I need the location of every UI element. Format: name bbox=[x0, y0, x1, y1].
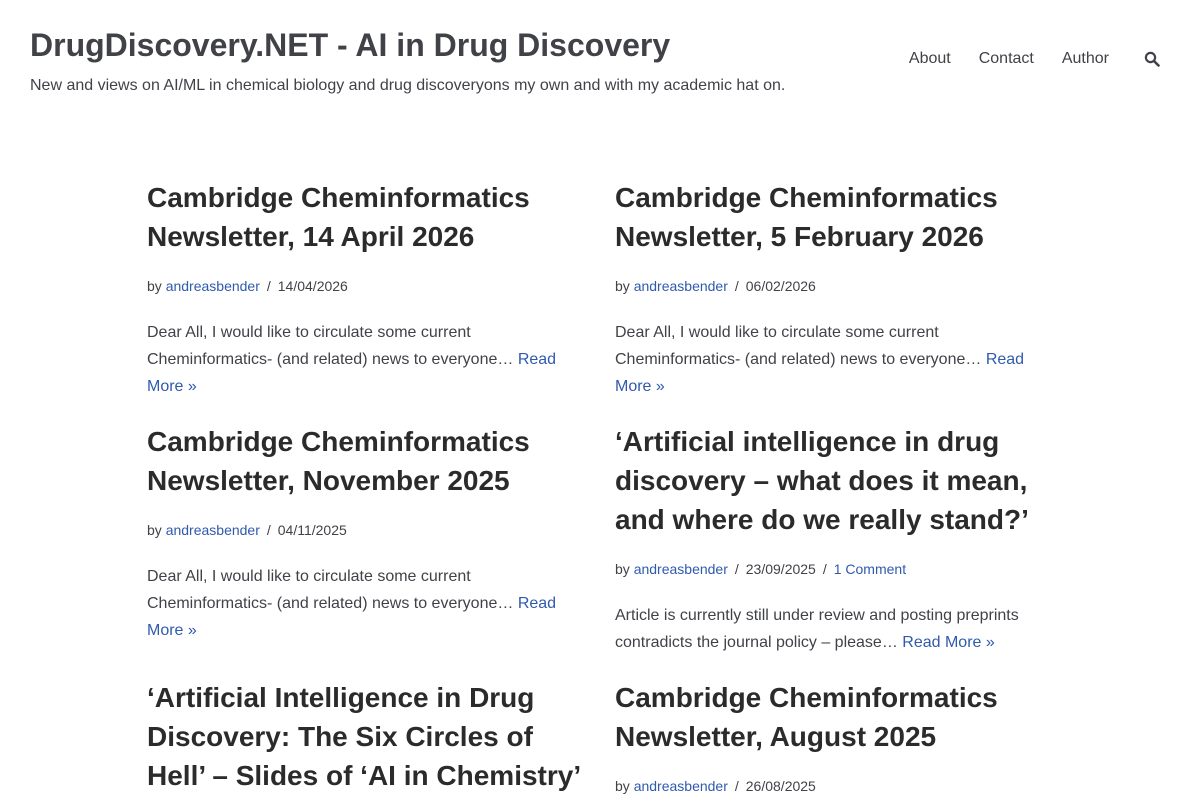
post-excerpt: Dear All, I would like to circulate some… bbox=[147, 319, 587, 400]
site-title[interactable]: DrugDiscovery.NET - AI in Drug Discovery bbox=[30, 26, 670, 64]
post-by-label: by bbox=[615, 561, 630, 577]
post-title[interactable]: Cambridge Cheminformatics Newsletter, 14… bbox=[147, 178, 587, 256]
post-comments-link[interactable]: 1 Comment bbox=[834, 561, 906, 577]
post-by-label: by bbox=[615, 278, 630, 294]
post-title-link[interactable]: ‘Artificial intelligence in drug discove… bbox=[615, 426, 1029, 535]
post-title-link[interactable]: Cambridge Cheminformatics Newsletter, No… bbox=[147, 426, 530, 496]
post-author-link[interactable]: andreasbender bbox=[634, 561, 728, 577]
post-date: 04/11/2025 bbox=[277, 522, 347, 538]
excerpt-ellipsis: … bbox=[881, 634, 898, 651]
meta-separator: / bbox=[266, 278, 271, 294]
post-card: Cambridge Cheminformatics Newsletter, 5 … bbox=[615, 178, 1055, 400]
post-excerpt-text: Dear All, I would like to circulate some… bbox=[147, 324, 498, 368]
post-card: ‘Artificial Intelligence in Drug Discove… bbox=[147, 678, 587, 795]
nav-about[interactable]: About bbox=[909, 50, 951, 68]
post-date: 23/09/2025 bbox=[745, 561, 816, 577]
post-excerpt: Article is currently still under review … bbox=[615, 602, 1055, 656]
post-date: 14/04/2026 bbox=[277, 278, 348, 294]
post-title-link[interactable]: ‘Artificial Intelligence in Drug Discove… bbox=[147, 682, 581, 791]
post-title-link[interactable]: Cambridge Cheminformatics Newsletter, Au… bbox=[615, 682, 998, 752]
post-by-label: by bbox=[615, 778, 630, 794]
post-author-link[interactable]: andreasbender bbox=[166, 522, 260, 538]
post-title-link[interactable]: Cambridge Cheminformatics Newsletter, 5 … bbox=[615, 182, 998, 252]
post-excerpt-text: Dear All, I would like to circulate some… bbox=[615, 324, 966, 368]
meta-separator: / bbox=[266, 522, 271, 538]
post-date: 26/08/2025 bbox=[745, 778, 816, 794]
post-excerpt: Dear All, I would like to circulate some… bbox=[615, 319, 1055, 400]
meta-separator: / bbox=[734, 778, 739, 794]
read-more-link[interactable]: Read More » bbox=[902, 634, 995, 651]
post-card: Cambridge Cheminformatics Newsletter, 14… bbox=[147, 178, 587, 400]
post-meta: by andreasbender / 26/08/2025 bbox=[615, 777, 1055, 795]
nav-contact[interactable]: Contact bbox=[979, 50, 1034, 68]
post-excerpt-text: Dear All, I would like to circulate some… bbox=[147, 568, 498, 612]
post-card: ‘Artificial intelligence in drug discove… bbox=[615, 422, 1055, 656]
post-by-label: by bbox=[147, 278, 162, 294]
site-title-link[interactable]: DrugDiscovery.NET - AI in Drug Discovery bbox=[30, 27, 670, 63]
post-title-link[interactable]: Cambridge Cheminformatics Newsletter, 14… bbox=[147, 182, 530, 252]
post-meta: by andreasbender / 23/09/2025 / 1 Comment bbox=[615, 560, 1055, 578]
post-author-link[interactable]: andreasbender bbox=[634, 778, 728, 794]
post-date: 06/02/2026 bbox=[745, 278, 816, 294]
excerpt-ellipsis: … bbox=[497, 351, 514, 368]
meta-separator: / bbox=[822, 561, 827, 577]
post-excerpt: Dear All, I would like to circulate some… bbox=[147, 563, 587, 644]
post-title[interactable]: Cambridge Cheminformatics Newsletter, Au… bbox=[615, 678, 1055, 756]
post-meta: by andreasbender / 06/02/2026 bbox=[615, 277, 1055, 295]
post-title[interactable]: Cambridge Cheminformatics Newsletter, 5 … bbox=[615, 178, 1055, 256]
meta-separator: / bbox=[734, 278, 739, 294]
post-by-label: by bbox=[147, 522, 162, 538]
excerpt-ellipsis: … bbox=[497, 595, 514, 612]
main-nav: About Contact Author bbox=[909, 48, 1160, 70]
search-icon[interactable] bbox=[1144, 51, 1160, 67]
post-meta: by andreasbender / 04/11/2025 bbox=[147, 521, 587, 539]
meta-separator: / bbox=[734, 561, 739, 577]
excerpt-ellipsis: … bbox=[965, 351, 982, 368]
site-tagline: New and views on AI/ML in chemical biolo… bbox=[30, 77, 786, 94]
post-author-link[interactable]: andreasbender bbox=[166, 278, 260, 294]
post-title[interactable]: ‘Artificial Intelligence in Drug Discove… bbox=[147, 678, 587, 795]
nav-author[interactable]: Author bbox=[1062, 50, 1109, 68]
post-card: Cambridge Cheminformatics Newsletter, No… bbox=[147, 422, 587, 644]
post-title[interactable]: Cambridge Cheminformatics Newsletter, No… bbox=[147, 422, 587, 500]
post-title[interactable]: ‘Artificial intelligence in drug discove… bbox=[615, 422, 1055, 539]
post-author-link[interactable]: andreasbender bbox=[634, 278, 728, 294]
post-card: Cambridge Cheminformatics Newsletter, Au… bbox=[615, 678, 1055, 795]
post-meta: by andreasbender / 14/04/2026 bbox=[147, 277, 587, 295]
